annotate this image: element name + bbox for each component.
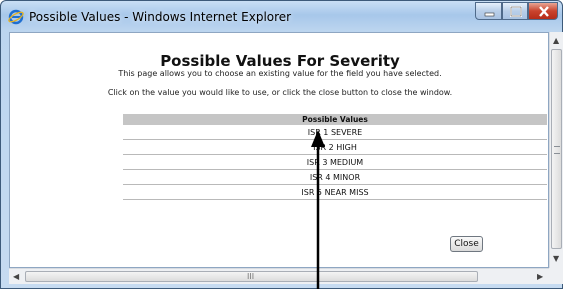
- title-bar[interactable]: Possible Values - Windows Internet Explo…: [1, 1, 563, 31]
- possible-values-table: Possible Values ISR 1 SEVERE ISR 2 HIGH …: [123, 114, 547, 200]
- scrollbar-corner: [549, 268, 563, 284]
- value-option-isr1[interactable]: ISR 1 SEVERE: [123, 125, 547, 140]
- page-content: Possible Values For Severity This page a…: [9, 32, 549, 268]
- scroll-left-icon[interactable]: ◀: [13, 272, 19, 281]
- horizontal-scroll-thumb[interactable]: III: [25, 271, 478, 282]
- grip-icon: [554, 146, 560, 154]
- scroll-right-icon[interactable]: ▶: [537, 272, 543, 281]
- table-header: Possible Values: [123, 114, 547, 125]
- value-option-isr5[interactable]: ISR 5 NEAR MISS: [123, 184, 547, 200]
- page-title: Possible Values For Severity: [160, 52, 400, 70]
- window-title: Possible Values - Windows Internet Explo…: [29, 10, 292, 24]
- value-option-isr3[interactable]: ISR 3 MEDIUM: [123, 154, 547, 170]
- horizontal-scrollbar[interactable]: ◀ III ▶: [9, 268, 549, 284]
- value-option-isr2[interactable]: ISR 2 HIGH: [123, 139, 547, 155]
- browser-window: Possible Values - Windows Internet Explo…: [0, 0, 563, 289]
- maximize-icon: [510, 6, 522, 17]
- maximize-button[interactable]: [502, 2, 528, 20]
- minimize-icon: [484, 12, 495, 17]
- close-button[interactable]: Close: [450, 236, 483, 252]
- scroll-up-icon[interactable]: ▲: [553, 36, 559, 45]
- value-option-isr4[interactable]: ISR 4 MINOR: [123, 169, 547, 185]
- close-window-button[interactable]: [528, 2, 558, 20]
- scroll-down-icon[interactable]: ▼: [553, 254, 559, 263]
- grip-label: III: [247, 272, 255, 281]
- page-instruction: Click on the value you would like to use…: [107, 88, 453, 97]
- vertical-scrollbar[interactable]: ▲ ▼: [549, 32, 563, 268]
- vertical-scroll-thumb[interactable]: [551, 49, 562, 249]
- internet-explorer-icon: [8, 9, 24, 25]
- close-icon: [539, 6, 549, 17]
- page-subtitle: This page allows you to choose an existi…: [118, 69, 442, 78]
- minimize-button[interactable]: [475, 2, 502, 20]
